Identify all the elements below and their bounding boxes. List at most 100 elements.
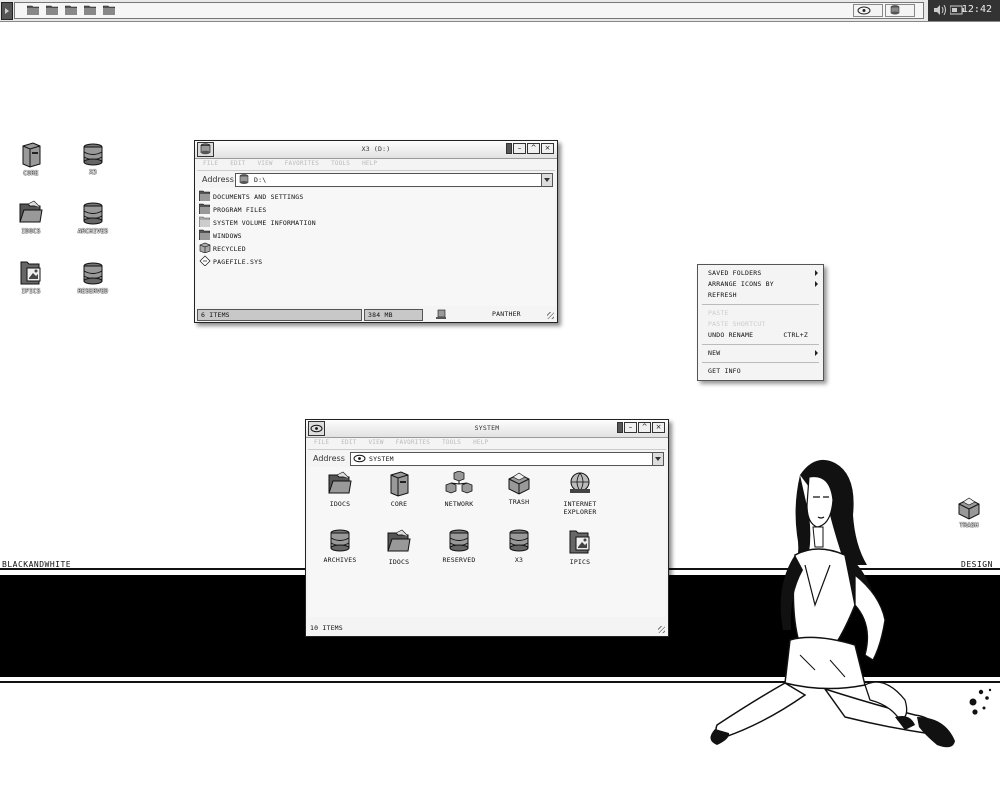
address-bar: Address SYSTEM bbox=[308, 449, 666, 469]
address-dropdown-button[interactable] bbox=[652, 453, 663, 465]
desktop-icon-reserved[interactable]: RESERVED bbox=[73, 262, 113, 295]
menu-view[interactable]: VIEW bbox=[258, 160, 273, 167]
pictures-icon bbox=[569, 530, 590, 554]
tray-network-button[interactable] bbox=[853, 4, 883, 17]
grid-item-label: IDOCS bbox=[329, 500, 351, 508]
grid-item-label: IDOCS bbox=[388, 558, 410, 566]
grid-item-trash[interactable]: TRASH bbox=[489, 471, 549, 506]
drive-window: X3 (D:) – ^ × FILE EDIT VIEW FAVORITES TOOLS HE… bbox=[194, 140, 558, 323]
menu-tools[interactable]: TOOLS bbox=[442, 439, 461, 446]
address-field[interactable]: D:\ bbox=[235, 173, 553, 187]
grid-item-idocs-2[interactable]: IDOCS bbox=[369, 529, 429, 566]
maximize-button[interactable]: ^ bbox=[638, 422, 651, 433]
drive-icon bbox=[890, 5, 900, 15]
menu-edit[interactable]: EDIT bbox=[341, 439, 356, 446]
menu-item-saved-folders[interactable]: SAVED FOLDERS bbox=[708, 268, 818, 278]
desktop-icon-core[interactable]: CORE bbox=[11, 142, 51, 177]
menu-file[interactable]: FILE bbox=[314, 439, 329, 446]
menu-item-arrange-icons[interactable]: ARRANGE ICONS BY bbox=[708, 279, 818, 289]
window-drag-grip[interactable] bbox=[617, 422, 623, 433]
menu-favorites[interactable]: FAVORITES bbox=[285, 160, 319, 167]
grid-item-reserved[interactable]: RESERVED bbox=[429, 529, 489, 564]
computer-zone-icon bbox=[436, 309, 446, 319]
folder-icon[interactable] bbox=[84, 5, 96, 15]
grid-item-core[interactable]: CORE bbox=[369, 471, 429, 508]
maximize-button[interactable]: ^ bbox=[527, 143, 540, 154]
drive-icon bbox=[83, 202, 103, 225]
menu-item-label: GET INFO bbox=[708, 367, 741, 375]
volume-icon[interactable] bbox=[934, 5, 946, 15]
start-button[interactable] bbox=[1, 2, 13, 20]
desktop-icon-x3[interactable]: X3 bbox=[73, 143, 113, 176]
menu-tools[interactable]: TOOLS bbox=[331, 160, 350, 167]
resize-grip[interactable] bbox=[547, 312, 554, 319]
close-button[interactable]: × bbox=[652, 422, 665, 433]
menu-help[interactable]: HELP bbox=[473, 439, 488, 446]
menu-item-new[interactable]: NEW bbox=[708, 348, 818, 358]
list-item-label: RECYCLED bbox=[213, 245, 246, 253]
desktop-icon-ipics[interactable]: IPICS bbox=[11, 260, 51, 295]
folder-icon[interactable] bbox=[103, 5, 115, 15]
address-label: Address bbox=[313, 454, 345, 463]
window-titlebar[interactable]: X3 (D:) – ^ × bbox=[195, 141, 557, 159]
list-item-label: DOCUMENTS AND SETTINGS bbox=[213, 193, 304, 201]
file-list: DOCUMENTS AND SETTINGS PROGRAM FILES SYS… bbox=[197, 188, 555, 306]
minimize-button[interactable]: – bbox=[513, 143, 526, 154]
grid-item-ipics[interactable]: IPICS bbox=[550, 529, 610, 566]
file-icon bbox=[199, 255, 211, 266]
menu-view[interactable]: VIEW bbox=[369, 439, 384, 446]
drive-icon bbox=[509, 529, 529, 552]
menu-item-get-info[interactable]: GET INFO bbox=[708, 366, 818, 376]
menu-file[interactable]: FILE bbox=[203, 160, 218, 167]
folder-icon[interactable] bbox=[27, 5, 39, 15]
tray-drive-button[interactable] bbox=[885, 4, 915, 17]
menu-favorites[interactable]: FAVORITES bbox=[396, 439, 430, 446]
status-zone: PANTHER bbox=[492, 310, 521, 318]
grid-item-internet-explorer[interactable]: INTERNET EXPLORER bbox=[550, 471, 610, 516]
folder-open-icon bbox=[328, 471, 352, 494]
address-field[interactable]: SYSTEM bbox=[350, 452, 664, 466]
menu-item-label: PASTE bbox=[708, 309, 729, 317]
grid-item-idocs[interactable]: IDOCS bbox=[310, 471, 370, 508]
submenu-arrow-icon bbox=[815, 270, 818, 276]
menu-item-label: REFRESH bbox=[708, 291, 737, 299]
address-dropdown-button[interactable] bbox=[541, 174, 552, 186]
address-bar: Address D:\ bbox=[197, 170, 555, 190]
desktop-icon-label: CORE bbox=[23, 170, 39, 177]
folder-icon[interactable] bbox=[46, 5, 58, 15]
address-value: SYSTEM bbox=[369, 455, 394, 463]
drive-icon bbox=[83, 262, 103, 285]
desktop-icon-archives[interactable]: ARCHIVES bbox=[73, 202, 113, 235]
grid-item-x3[interactable]: X3 bbox=[489, 529, 549, 564]
grid-item-label: TRASH bbox=[508, 498, 530, 506]
desktop-icon-idocs[interactable]: IDOCS bbox=[11, 200, 51, 235]
resize-grip[interactable] bbox=[658, 626, 665, 633]
menu-item-refresh[interactable]: REFRESH bbox=[708, 290, 818, 300]
menu-item-label: ARRANGE ICONS BY bbox=[708, 280, 774, 288]
menu-item-undo-rename[interactable]: UNDO RENAME CTRL+Z bbox=[708, 330, 818, 340]
recycle-icon bbox=[199, 242, 211, 253]
computer-icon bbox=[390, 471, 409, 497]
status-bar: 10 ITEMS bbox=[308, 623, 666, 634]
window-title: SYSTEM bbox=[474, 424, 500, 432]
menu-edit[interactable]: EDIT bbox=[230, 160, 245, 167]
clock[interactable]: 12:42 bbox=[962, 4, 992, 15]
list-item-label: PAGEFILE.SYS bbox=[213, 258, 263, 266]
pictures-icon bbox=[20, 261, 41, 285]
wallpaper-illustration bbox=[710, 459, 955, 748]
quick-launch-bar bbox=[14, 2, 924, 19]
folder-icon bbox=[199, 216, 210, 227]
status-item-count: 10 ITEMS bbox=[310, 624, 343, 632]
menu-item-shortcut: CTRL+Z bbox=[783, 331, 808, 339]
close-button[interactable]: × bbox=[541, 143, 554, 154]
desktop-icon-label: ARCHIVES bbox=[77, 228, 109, 235]
grid-item-network[interactable]: NETWORK bbox=[429, 471, 489, 508]
grid-item-archives[interactable]: ARCHIVES bbox=[310, 529, 370, 564]
window-titlebar[interactable]: SYSTEM – ^ × bbox=[306, 420, 668, 438]
folder-icon[interactable] bbox=[65, 5, 77, 15]
drive-icon bbox=[449, 529, 469, 552]
window-drag-grip[interactable] bbox=[506, 143, 512, 154]
grid-item-label: NETWORK bbox=[444, 500, 474, 508]
menu-help[interactable]: HELP bbox=[362, 160, 377, 167]
minimize-button[interactable]: – bbox=[624, 422, 637, 433]
